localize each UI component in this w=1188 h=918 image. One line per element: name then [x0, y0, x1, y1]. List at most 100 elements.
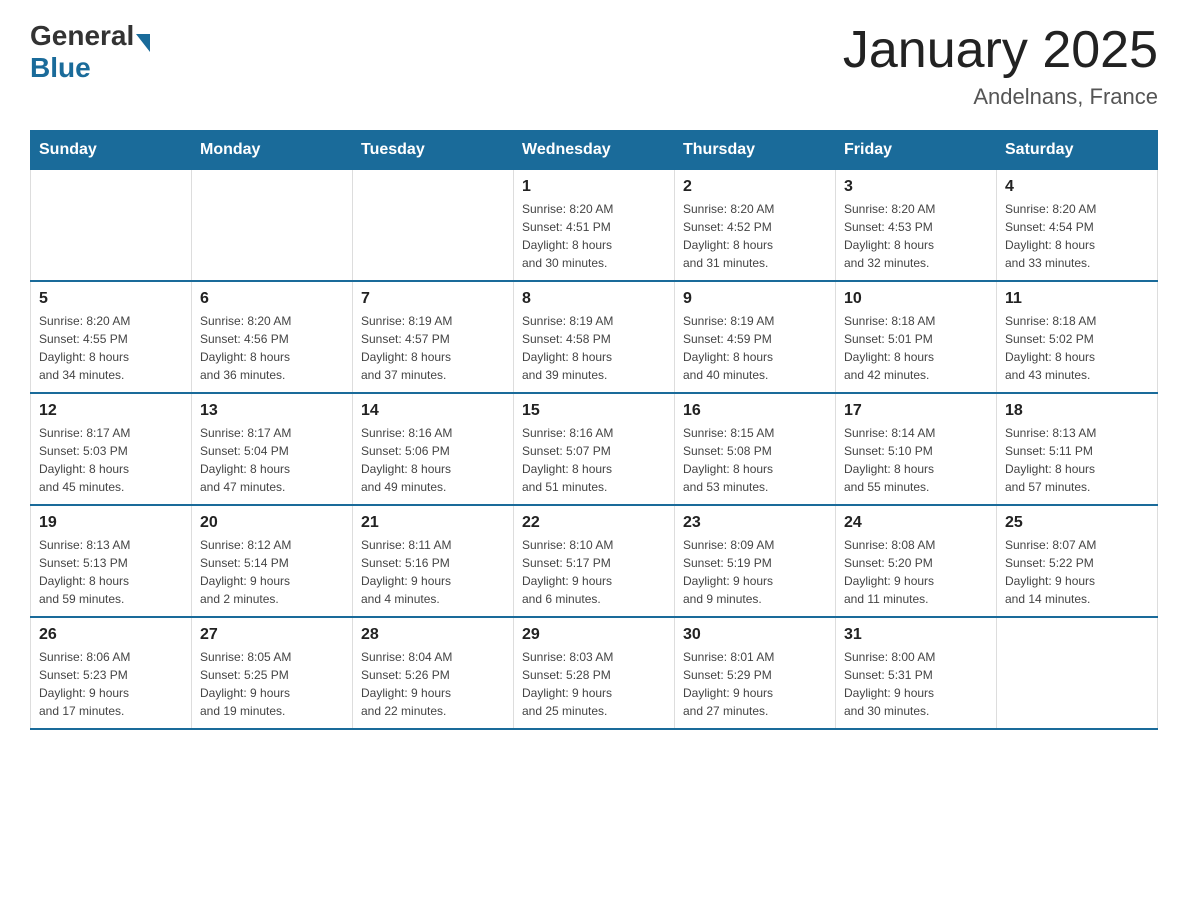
day-cell: 20 Sunrise: 8:12 AM Sunset: 5:14 PM Dayli…	[192, 505, 353, 617]
day-info: Sunrise: 8:03 AM Sunset: 5:28 PM Dayligh…	[522, 648, 666, 720]
day-number: 8	[522, 290, 666, 308]
header-cell-tuesday: Tuesday	[353, 131, 514, 170]
day-number: 20	[200, 514, 344, 532]
day-number: 19	[39, 514, 183, 532]
day-cell: 5 Sunrise: 8:20 AM Sunset: 4:55 PM Daylig…	[31, 281, 192, 393]
day-info: Sunrise: 8:09 AM Sunset: 5:19 PM Dayligh…	[683, 536, 827, 608]
week-row-3: 12 Sunrise: 8:17 AM Sunset: 5:03 PM Dayli…	[31, 393, 1158, 505]
day-info: Sunrise: 8:08 AM Sunset: 5:20 PM Dayligh…	[844, 536, 988, 608]
day-cell: 22 Sunrise: 8:10 AM Sunset: 5:17 PM Dayli…	[514, 505, 675, 617]
day-info: Sunrise: 8:18 AM Sunset: 5:01 PM Dayligh…	[844, 312, 988, 384]
day-cell: 10 Sunrise: 8:18 AM Sunset: 5:01 PM Dayli…	[836, 281, 997, 393]
day-info: Sunrise: 8:01 AM Sunset: 5:29 PM Dayligh…	[683, 648, 827, 720]
day-number: 24	[844, 514, 988, 532]
day-cell	[192, 170, 353, 282]
day-info: Sunrise: 8:14 AM Sunset: 5:10 PM Dayligh…	[844, 424, 988, 496]
day-cell: 17 Sunrise: 8:14 AM Sunset: 5:10 PM Dayli…	[836, 393, 997, 505]
page-header: General Blue January 2025 Andelnans, Fra…	[30, 20, 1158, 110]
day-cell: 31 Sunrise: 8:00 AM Sunset: 5:31 PM Dayli…	[836, 617, 997, 729]
day-number: 9	[683, 290, 827, 308]
day-number: 10	[844, 290, 988, 308]
day-cell: 4 Sunrise: 8:20 AM Sunset: 4:54 PM Daylig…	[997, 170, 1158, 282]
week-row-5: 26Sunrise: 8:06 AM Sunset: 5:23 PM Dayli…	[31, 617, 1158, 729]
header-cell-monday: Monday	[192, 131, 353, 170]
logo: General Blue	[30, 20, 150, 84]
day-number: 4	[1005, 178, 1149, 196]
day-info: Sunrise: 8:10 AM Sunset: 5:17 PM Dayligh…	[522, 536, 666, 608]
day-cell: 21Sunrise: 8:11 AM Sunset: 5:16 PM Dayli…	[353, 505, 514, 617]
header-cell-sunday: Sunday	[31, 131, 192, 170]
day-number: 2	[683, 178, 827, 196]
calendar-header: SundayMondayTuesdayWednesdayThursdayFrid…	[31, 131, 1158, 170]
day-cell	[997, 617, 1158, 729]
day-info: Sunrise: 8:00 AM Sunset: 5:31 PM Dayligh…	[844, 648, 988, 720]
logo-general-text: General	[30, 20, 134, 52]
day-info: Sunrise: 8:20 AM Sunset: 4:53 PM Dayligh…	[844, 200, 988, 272]
day-number: 26	[39, 626, 183, 644]
day-number: 25	[1005, 514, 1149, 532]
day-number: 29	[522, 626, 666, 644]
day-info: Sunrise: 8:18 AM Sunset: 5:02 PM Dayligh…	[1005, 312, 1149, 384]
day-info: Sunrise: 8:20 AM Sunset: 4:52 PM Dayligh…	[683, 200, 827, 272]
day-number: 3	[844, 178, 988, 196]
day-info: Sunrise: 8:19 AM Sunset: 4:59 PM Dayligh…	[683, 312, 827, 384]
day-info: Sunrise: 8:12 AM Sunset: 5:14 PM Dayligh…	[200, 536, 344, 608]
day-info: Sunrise: 8:20 AM Sunset: 4:54 PM Dayligh…	[1005, 200, 1149, 272]
day-cell: 16 Sunrise: 8:15 AM Sunset: 5:08 PM Dayli…	[675, 393, 836, 505]
day-cell: 25Sunrise: 8:07 AM Sunset: 5:22 PM Dayli…	[997, 505, 1158, 617]
day-info: Sunrise: 8:20 AM Sunset: 4:56 PM Dayligh…	[200, 312, 344, 384]
day-info: Sunrise: 8:04 AM Sunset: 5:26 PM Dayligh…	[361, 648, 505, 720]
day-info: Sunrise: 8:17 AM Sunset: 5:04 PM Dayligh…	[200, 424, 344, 496]
day-info: Sunrise: 8:20 AM Sunset: 4:55 PM Dayligh…	[39, 312, 183, 384]
day-info: Sunrise: 8:16 AM Sunset: 5:06 PM Dayligh…	[361, 424, 505, 496]
header-cell-thursday: Thursday	[675, 131, 836, 170]
day-number: 27	[200, 626, 344, 644]
day-info: Sunrise: 8:17 AM Sunset: 5:03 PM Dayligh…	[39, 424, 183, 496]
day-cell: 11Sunrise: 8:18 AM Sunset: 5:02 PM Dayli…	[997, 281, 1158, 393]
day-cell: 3 Sunrise: 8:20 AM Sunset: 4:53 PM Daylig…	[836, 170, 997, 282]
day-cell: 8 Sunrise: 8:19 AM Sunset: 4:58 PM Daylig…	[514, 281, 675, 393]
calendar-subtitle: Andelnans, France	[843, 84, 1158, 110]
day-info: Sunrise: 8:19 AM Sunset: 4:57 PM Dayligh…	[361, 312, 505, 384]
day-cell: 23Sunrise: 8:09 AM Sunset: 5:19 PM Dayli…	[675, 505, 836, 617]
day-number: 17	[844, 402, 988, 420]
day-info: Sunrise: 8:20 AM Sunset: 4:51 PM Dayligh…	[522, 200, 666, 272]
day-cell: 12 Sunrise: 8:17 AM Sunset: 5:03 PM Dayli…	[31, 393, 192, 505]
logo-wordmark: General Blue	[30, 20, 150, 84]
day-cell: 27 Sunrise: 8:05 AM Sunset: 5:25 PM Dayli…	[192, 617, 353, 729]
week-row-1: 1Sunrise: 8:20 AM Sunset: 4:51 PM Daylig…	[31, 170, 1158, 282]
day-info: Sunrise: 8:19 AM Sunset: 4:58 PM Dayligh…	[522, 312, 666, 384]
day-number: 15	[522, 402, 666, 420]
day-cell: 2 Sunrise: 8:20 AM Sunset: 4:52 PM Daylig…	[675, 170, 836, 282]
day-number: 22	[522, 514, 666, 532]
day-info: Sunrise: 8:15 AM Sunset: 5:08 PM Dayligh…	[683, 424, 827, 496]
day-cell	[31, 170, 192, 282]
header-row: SundayMondayTuesdayWednesdayThursdayFrid…	[31, 131, 1158, 170]
day-cell: 18Sunrise: 8:13 AM Sunset: 5:11 PM Dayli…	[997, 393, 1158, 505]
day-number: 18	[1005, 402, 1149, 420]
day-info: Sunrise: 8:11 AM Sunset: 5:16 PM Dayligh…	[361, 536, 505, 608]
day-cell	[353, 170, 514, 282]
day-cell: 9 Sunrise: 8:19 AM Sunset: 4:59 PM Daylig…	[675, 281, 836, 393]
day-cell: 14Sunrise: 8:16 AM Sunset: 5:06 PM Dayli…	[353, 393, 514, 505]
header-cell-wednesday: Wednesday	[514, 131, 675, 170]
day-number: 5	[39, 290, 183, 308]
day-number: 30	[683, 626, 827, 644]
day-cell: 6 Sunrise: 8:20 AM Sunset: 4:56 PM Daylig…	[192, 281, 353, 393]
day-cell: 15 Sunrise: 8:16 AM Sunset: 5:07 PM Dayli…	[514, 393, 675, 505]
week-row-4: 19Sunrise: 8:13 AM Sunset: 5:13 PM Dayli…	[31, 505, 1158, 617]
calendar-body: 1Sunrise: 8:20 AM Sunset: 4:51 PM Daylig…	[31, 170, 1158, 730]
day-cell: 26Sunrise: 8:06 AM Sunset: 5:23 PM Dayli…	[31, 617, 192, 729]
day-info: Sunrise: 8:05 AM Sunset: 5:25 PM Dayligh…	[200, 648, 344, 720]
day-cell: 30 Sunrise: 8:01 AM Sunset: 5:29 PM Dayli…	[675, 617, 836, 729]
day-number: 12	[39, 402, 183, 420]
day-number: 16	[683, 402, 827, 420]
day-number: 13	[200, 402, 344, 420]
day-info: Sunrise: 8:16 AM Sunset: 5:07 PM Dayligh…	[522, 424, 666, 496]
day-cell: 24 Sunrise: 8:08 AM Sunset: 5:20 PM Dayli…	[836, 505, 997, 617]
week-row-2: 5 Sunrise: 8:20 AM Sunset: 4:55 PM Daylig…	[31, 281, 1158, 393]
day-number: 31	[844, 626, 988, 644]
calendar-table: SundayMondayTuesdayWednesdayThursdayFrid…	[30, 130, 1158, 730]
day-cell: 1Sunrise: 8:20 AM Sunset: 4:51 PM Daylig…	[514, 170, 675, 282]
day-number: 6	[200, 290, 344, 308]
